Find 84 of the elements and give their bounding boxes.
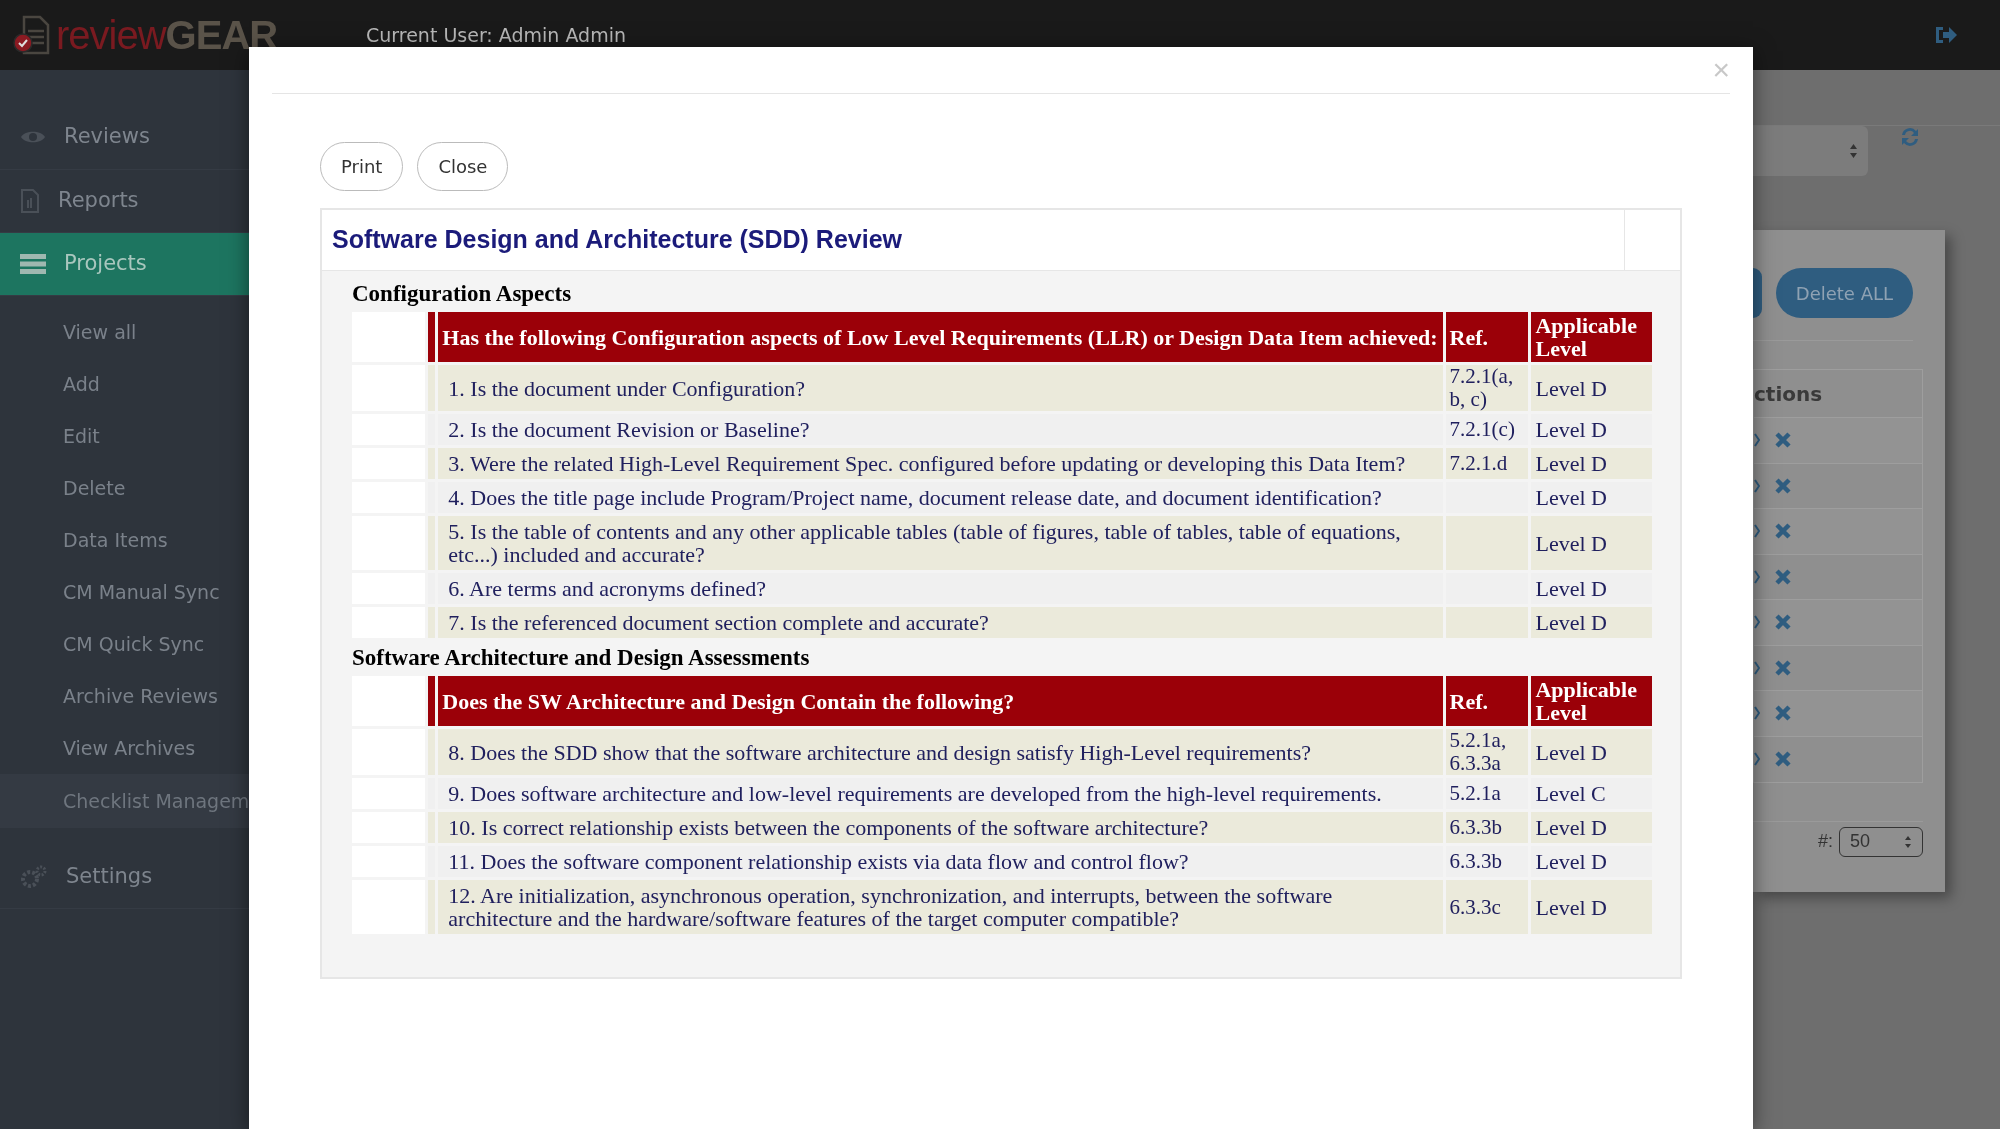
list-icon [20,254,46,274]
sidebar-subitem[interactable]: View Archives [0,722,250,774]
table-cell: 12. Are initialization, asynchronous operation, synchronization, and interrupts, between the software architecture and the hardware/software features of the target computer compatible? [438,880,1443,934]
table-cell: 2. Is the document Revision or Baseline? [438,414,1443,445]
table-cell: 7.2.1(a, b, c) [1445,365,1529,411]
table-cell: Level D [1531,482,1652,513]
table-cell: 7.2.1.d [1445,448,1529,479]
sidebar-subitem[interactable]: View all [0,306,250,358]
delete-icon[interactable] [1774,522,1792,541]
button-edge[interactable] [1753,268,1762,318]
table-cell: 3. Were the related High-Level Requirement Spec. configured before updating or developing this Data Item? [438,448,1443,479]
table-cell: 7.2.1(c) [1445,414,1529,445]
sidebar-subitem[interactable]: Data Items [0,514,250,566]
document-icon [20,188,40,214]
panel-title: Software Design and Architecture (SDD) Review [331,224,904,256]
table-cell: Level D [1531,448,1652,479]
delete-icon[interactable] [1774,476,1792,495]
table-cell: 9. Does software architecture and low-level requirements are developed from the high-level requirements. [438,778,1443,809]
page-size-select[interactable]: 50 [1839,826,1923,857]
table-header: Has the following Configuration aspects of Low Level Requirements (LLR) or Design Data Item achieved: [438,312,1443,362]
delete-icon[interactable] [1774,704,1792,723]
table-cell: Level D [1531,846,1652,877]
current-user-label: Current User: Admin Admin [366,22,626,48]
chevron-icon[interactable] [1754,615,1760,630]
close-button[interactable]: × [1712,55,1730,85]
table-cell: Level D [1531,607,1652,638]
table-header: Does the SW Architecture and Design Contain the following? [438,676,1443,726]
delete-all-button[interactable]: Delete ALL [1775,268,1913,318]
section-heading: Configuration Aspects [352,280,573,308]
chevron-icon[interactable] [1754,752,1760,767]
table-cell: 10. Is correct relationship exists between the components of the software architecture? [438,812,1443,843]
table-cell: Level D [1531,812,1652,843]
chevron-icon[interactable] [1754,706,1760,721]
delete-icon[interactable] [1774,567,1792,586]
sidebar-subitem[interactable]: Checklist Managem [0,774,250,828]
sidebar-subitem[interactable]: CM Quick Sync [0,618,250,670]
chevron-icon[interactable] [1754,660,1760,675]
table-cell: 4. Does the title page include Program/Project name, document release date, and document identification? [438,482,1443,513]
sort-arrows-icon [1904,834,1912,849]
table-cell: Level D [1531,365,1652,411]
chevron-icon[interactable] [1754,569,1760,584]
header-marker [427,676,436,726]
table-cell: 6. Are terms and acronyms defined? [438,573,1443,604]
table-cell: Level D [1531,729,1652,775]
table-cell: 11. Does the software component relationship exists via data flow and control flow? [438,846,1443,877]
table-cell: 5.2.1a, 6.3.3a [1445,729,1529,775]
header-marker [427,312,436,362]
table-cell: 6.3.3b [1445,812,1529,843]
table-cell: 1. Is the document under Configuration? [438,365,1443,411]
table-cell: 5. Is the table of contents and any other applicable tables (table of figures, table of tables, table of equations, etc...) included and accurate? [438,516,1443,570]
sidebar-item[interactable]: Projects [0,233,250,296]
table-cell: 8. Does the SDD show that the software architecture and design satisfy High-Level requirements? [438,729,1443,775]
table-cell: Level D [1531,414,1652,445]
sidebar-subitem[interactable]: Edit [0,410,250,462]
page-size-label: #: [1818,830,1833,853]
table-cell: 6.3.3c [1445,880,1529,934]
logout-icon[interactable] [1934,24,1958,46]
table-cell: Level C [1531,778,1652,809]
sidebar-subitem[interactable]: CM Manual Sync [0,566,250,618]
sort-arrows-icon [1849,142,1858,159]
table-cell: Level D [1531,573,1652,604]
table-header: Applicable Level [1531,676,1652,726]
table-header: Applicable Level [1531,312,1652,362]
delete-icon[interactable] [1774,613,1792,632]
logo-text: reviewGEAR [56,15,278,55]
table-cell: 5.2.1a [1445,778,1529,809]
table-header: Ref. [1445,676,1529,726]
chevron-icon[interactable] [1754,433,1760,448]
select-field[interactable] [1753,125,1868,176]
table-header: Ref. [1445,312,1529,362]
section-heading: Software Architecture and Design Assessments [352,644,811,672]
chevron-icon[interactable] [1754,524,1760,539]
chevron-icon[interactable] [1754,478,1760,493]
table-cell: 6.3.3b [1445,846,1529,877]
sidebar-subitem[interactable]: Add [0,358,250,410]
sidebar-subitem[interactable]: Delete [0,462,250,514]
gears-icon [20,865,48,889]
delete-icon[interactable] [1774,431,1792,450]
sidebar-subitem[interactable]: Archive Reviews [0,670,250,722]
delete-icon[interactable] [1774,658,1792,677]
table-cell: Level D [1531,516,1652,570]
table-cell: 7. Is the referenced document section complete and accurate? [438,607,1443,638]
table-cell: Level D [1531,880,1652,934]
delete-icon[interactable] [1774,750,1792,769]
